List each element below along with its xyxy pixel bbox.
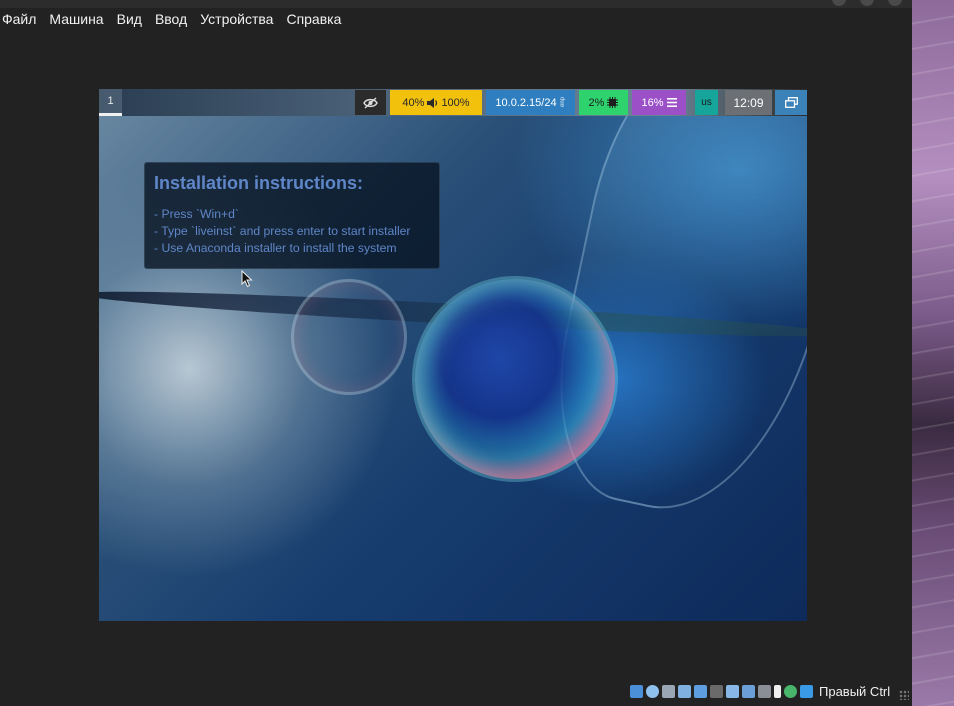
volume-value: 100% bbox=[441, 96, 470, 109]
usb-icon[interactable] bbox=[694, 684, 707, 698]
network-widget[interactable]: 10.0.2.15/24 enp bbox=[486, 90, 575, 115]
cpu-widget[interactable]: 2% bbox=[579, 90, 628, 115]
virtualbox-window: Файл Машина Вид Ввод Устройства Справка … bbox=[0, 0, 912, 706]
network-interface-label: enp bbox=[559, 97, 566, 108]
menu-input[interactable]: Ввод bbox=[155, 11, 187, 27]
cpu-value: 2% bbox=[588, 96, 605, 109]
host-key-label: Правый Ctrl bbox=[819, 683, 891, 699]
menu-view[interactable]: Вид bbox=[117, 11, 142, 27]
instruction-line: - Use Anaconda installer to install the … bbox=[154, 241, 397, 255]
instructions-title: Installation instructions: bbox=[154, 173, 364, 193]
window-title-strip bbox=[0, 0, 912, 8]
guest-display[interactable]: 1 40% 100% 10.0.2.15/24 enp 2% 16% us 12… bbox=[99, 89, 807, 621]
ip-address: 10.0.2.15/24 bbox=[495, 96, 557, 109]
cpu-icon[interactable] bbox=[758, 684, 771, 698]
bars-icon bbox=[666, 98, 677, 107]
workspace-focus-indicator bbox=[99, 113, 122, 116]
shared-folders-icon[interactable] bbox=[710, 684, 723, 698]
menubar: Файл Машина Вид Ввод Устройства Справка bbox=[0, 8, 354, 30]
installation-instructions-panel: Installation instructions: - Press `Win+… bbox=[144, 162, 440, 269]
maximize-button[interactable] bbox=[860, 0, 874, 6]
clock-widget[interactable]: 12:09 bbox=[725, 90, 772, 115]
workspace-number: 1 bbox=[107, 95, 114, 107]
close-button[interactable] bbox=[888, 0, 902, 6]
eye-slash-icon bbox=[363, 96, 378, 109]
wallpaper-ring bbox=[291, 279, 407, 395]
menu-machine[interactable]: Машина bbox=[49, 11, 103, 27]
recording-icon[interactable] bbox=[742, 684, 755, 698]
memory-widget[interactable]: 16% bbox=[632, 90, 686, 115]
brightness-volume-widget[interactable]: 40% 100% bbox=[390, 90, 482, 115]
menu-file[interactable]: Файл bbox=[2, 11, 36, 27]
audio-icon[interactable] bbox=[662, 684, 675, 698]
speaker-icon bbox=[427, 97, 438, 108]
guest-status-bar: 1 40% 100% 10.0.2.15/24 enp 2% 16% us 12… bbox=[99, 89, 807, 116]
keyboard-layout-value: us bbox=[701, 97, 712, 108]
keyboard-capture-icon[interactable] bbox=[800, 684, 813, 698]
clock-time: 12:09 bbox=[733, 95, 764, 110]
globe-icon[interactable] bbox=[784, 684, 797, 698]
window-switcher-button[interactable] bbox=[775, 90, 807, 115]
hard-disk-icon[interactable] bbox=[630, 684, 643, 698]
minimize-button[interactable] bbox=[832, 0, 846, 6]
workspace-button[interactable]: 1 bbox=[99, 89, 122, 116]
host-desktop-background bbox=[912, 0, 954, 706]
resize-grip[interactable] bbox=[899, 690, 909, 700]
keyboard-layout-widget[interactable]: us bbox=[695, 90, 718, 115]
privacy-toggle[interactable] bbox=[355, 90, 386, 115]
display-icon[interactable] bbox=[726, 684, 739, 698]
brightness-value: 40% bbox=[402, 96, 425, 109]
memory-value: 16% bbox=[641, 96, 664, 109]
optical-disk-icon[interactable] bbox=[646, 684, 659, 698]
mouse-cursor-icon bbox=[241, 270, 253, 288]
network-icon[interactable] bbox=[678, 684, 691, 698]
vm-status-bar: Правый Ctrl bbox=[630, 682, 890, 700]
mouse-integration-icon[interactable] bbox=[774, 684, 781, 698]
instruction-line: - Type `liveinst` and press enter to sta… bbox=[154, 224, 411, 238]
menu-devices[interactable]: Устройства bbox=[200, 11, 273, 27]
wallpaper-bubble bbox=[415, 279, 615, 479]
cpu-chip-icon bbox=[607, 97, 619, 108]
instruction-line: - Press `Win+d` bbox=[154, 207, 239, 221]
menu-help[interactable]: Справка bbox=[286, 11, 341, 27]
windows-icon bbox=[784, 97, 798, 108]
